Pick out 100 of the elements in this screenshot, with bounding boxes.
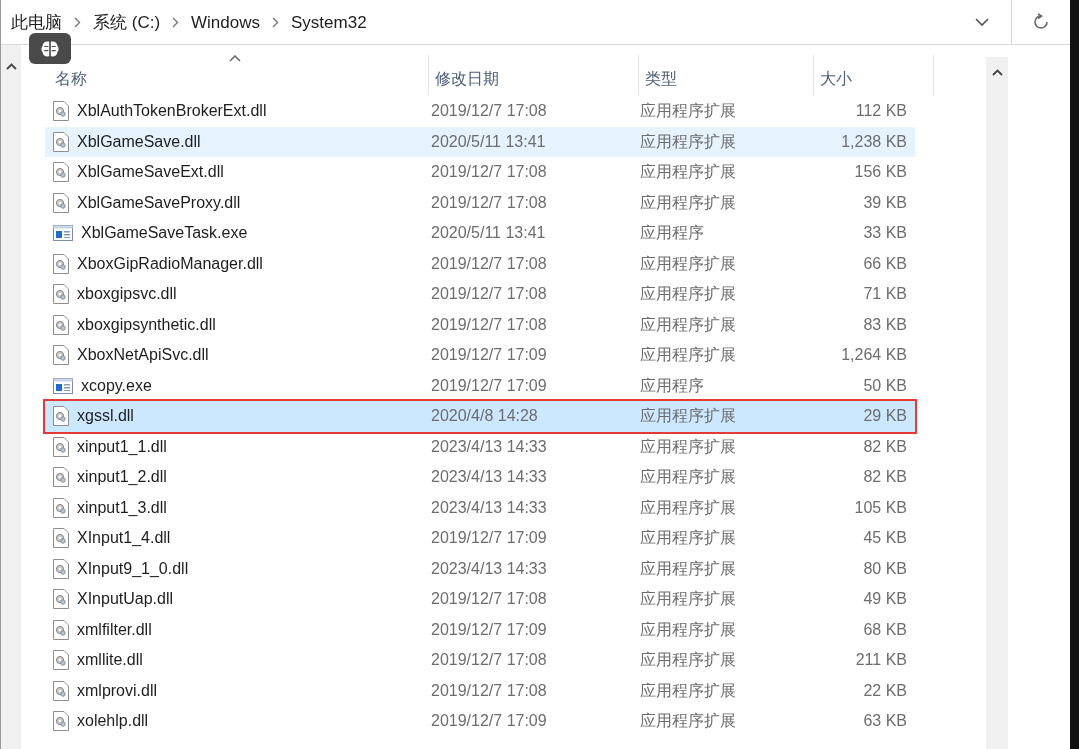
gear-file-icon: [53, 101, 69, 122]
file-type: 应用程序: [639, 223, 705, 244]
scroll-up-icon[interactable]: [991, 69, 1003, 76]
column-header[interactable]: 名称: [49, 71, 87, 87]
file-name: xboxgipsynthetic.dll: [77, 314, 216, 335]
file-row[interactable]: XInputUap.dll 2019/12/7 17:08 应用程序扩展 49 KB: [45, 584, 915, 615]
file-name: xmlfilter.dll: [77, 619, 152, 640]
file-row[interactable]: xgssl.dll 2020/4/8 14:28 应用程序扩展 29 KB: [45, 401, 915, 432]
modified-date: 2019/12/7 17:08: [430, 314, 548, 335]
file-name: xinput1_1.dll: [77, 436, 167, 457]
breadcrumb-item[interactable]: System32: [291, 13, 367, 31]
gear-file-icon: [53, 436, 69, 457]
file-size: 80 KB: [862, 558, 907, 579]
file-type: 应用程序扩展: [639, 192, 737, 213]
file-row[interactable]: XblAuthTokenBrokerExt.dll 2019/12/7 17:08 应用程序扩展 112 KB: [45, 96, 915, 127]
file-size: 68 KB: [862, 619, 907, 640]
modified-date: 2019/12/7 17:08: [430, 253, 548, 274]
file-row[interactable]: XboxNetApiSvc.dll 2019/12/7 17:09 应用程序扩展 1,264 KB: [45, 340, 915, 371]
chevron-down-icon[interactable]: [975, 17, 989, 27]
gear-file-icon: [53, 314, 69, 335]
file-type: 应用程序扩展: [639, 711, 737, 732]
file-size: 71 KB: [862, 284, 907, 305]
file-size: 105 KB: [853, 497, 907, 518]
modified-date: 2019/12/7 17:09: [430, 345, 548, 366]
gear-file-icon: [53, 284, 69, 305]
file-row[interactable]: xcopy.exe 2019/12/7 17:09 应用程序 50 KB: [45, 370, 915, 401]
file-type: 应用程序扩展: [639, 680, 737, 701]
gear-file-icon: [53, 162, 69, 183]
file-size: 45 KB: [862, 528, 907, 549]
file-type: 应用程序扩展: [639, 558, 737, 579]
file-size: 63 KB: [862, 711, 907, 732]
file-row[interactable]: xmllite.dll 2019/12/7 17:08 应用程序扩展 211 KB: [45, 645, 915, 676]
chevron-right-icon: [74, 16, 81, 28]
scrollbar[interactable]: [986, 57, 1008, 749]
file-size: 50 KB: [862, 375, 907, 396]
refresh-icon[interactable]: [1032, 13, 1050, 31]
column-header[interactable]: 大小: [814, 71, 852, 87]
file-row[interactable]: xinput1_2.dll 2023/4/13 14:33 应用程序扩展 82 KB: [45, 462, 915, 493]
file-type: 应用程序: [639, 375, 705, 396]
gear-file-icon: [53, 192, 69, 213]
modified-date: 2019/12/7 17:08: [430, 589, 548, 610]
breadcrumb-item[interactable]: 此电脑: [11, 13, 62, 31]
app-window-icon: [53, 225, 73, 242]
file-row[interactable]: XInput9_1_0.dll 2023/4/13 14:33 应用程序扩展 80 KB: [45, 553, 915, 584]
gear-file-icon: [53, 467, 69, 488]
file-name: XboxGipRadioManager.dll: [77, 253, 263, 274]
chevron-right-icon: [272, 16, 279, 28]
file-type: 应用程序扩展: [639, 284, 737, 305]
file-name: XblGameSaveProxy.dll: [77, 192, 241, 213]
breadcrumb-item[interactable]: 系统 (C:): [93, 13, 161, 31]
file-name: XInput9_1_0.dll: [77, 558, 189, 579]
file-size: 33 KB: [862, 223, 907, 244]
gear-file-icon: [53, 650, 69, 671]
modified-date: 2020/5/11 13:41: [430, 131, 547, 152]
file-row[interactable]: xmlprovi.dll 2019/12/7 17:08 应用程序扩展 22 KB: [45, 675, 915, 706]
file-row[interactable]: xinput1_1.dll 2023/4/13 14:33 应用程序扩展 82 KB: [45, 431, 915, 462]
gear-file-icon: [53, 711, 69, 732]
file-name: XboxNetApiSvc.dll: [77, 345, 209, 366]
modified-date: 2023/4/13 14:33: [430, 436, 548, 457]
file-name: xboxgipsvc.dll: [77, 284, 177, 305]
modified-date: 2019/12/7 17:09: [430, 375, 548, 396]
file-row[interactable]: XblGameSaveProxy.dll 2019/12/7 17:08 应用程序扩展 39 KB: [45, 187, 915, 218]
file-row[interactable]: xboxgipsvc.dll 2019/12/7 17:08 应用程序扩展 71 KB: [45, 279, 915, 310]
file-name: XblGameSaveExt.dll: [77, 162, 224, 183]
file-row[interactable]: XboxGipRadioManager.dll 2019/12/7 17:08 应用程序扩展 66 KB: [45, 248, 915, 279]
file-type: 应用程序扩展: [639, 314, 737, 335]
scrollbar[interactable]: [1, 45, 21, 749]
modified-date: 2019/12/7 17:08: [430, 101, 548, 122]
modified-date: 2019/12/7 17:08: [430, 650, 548, 671]
gear-file-icon: [53, 619, 69, 640]
file-row[interactable]: XblGameSaveTask.exe 2020/5/11 13:41 应用程序 33 KB: [45, 218, 915, 249]
column-header[interactable]: 修改日期: [429, 71, 499, 87]
breadcrumb-item[interactable]: Windows: [191, 13, 260, 31]
file-type: 应用程序扩展: [639, 619, 737, 640]
column-header[interactable]: 类型: [639, 71, 677, 87]
file-name: xinput1_2.dll: [77, 467, 167, 488]
gear-file-icon: [53, 680, 69, 701]
file-row[interactable]: xmlfilter.dll 2019/12/7 17:09 应用程序扩展 68 KB: [45, 614, 915, 645]
file-row[interactable]: xinput1_3.dll 2023/4/13 14:33 应用程序扩展 105 KB: [45, 492, 915, 523]
gear-file-icon: [53, 253, 69, 274]
file-type: 应用程序扩展: [639, 345, 737, 366]
gear-file-icon: [53, 406, 69, 427]
brain-icon: [40, 39, 60, 58]
file-row[interactable]: XblGameSave.dll 2020/5/11 13:41 应用程序扩展 1,238 KB: [45, 126, 915, 157]
modified-date: 2020/5/11 13:41: [430, 223, 547, 244]
file-row[interactable]: XInput1_4.dll 2019/12/7 17:09 应用程序扩展 45 KB: [45, 523, 915, 554]
file-size: 22 KB: [862, 680, 907, 701]
modified-date: 2019/12/7 17:09: [430, 528, 548, 549]
file-row[interactable]: XblGameSaveExt.dll 2019/12/7 17:08 应用程序扩展 156 KB: [45, 157, 915, 188]
file-row[interactable]: xboxgipsynthetic.dll 2019/12/7 17:08 应用程序扩展 83 KB: [45, 309, 915, 340]
gear-file-icon: [53, 131, 69, 152]
scroll-up-icon[interactable]: [5, 63, 17, 70]
file-type: 应用程序扩展: [639, 528, 737, 549]
file-type: 应用程序扩展: [639, 101, 737, 122]
brain-button[interactable]: [29, 33, 71, 64]
file-size: 211 KB: [854, 650, 907, 671]
file-name: XblAuthTokenBrokerExt.dll: [77, 101, 267, 122]
file-type: 应用程序扩展: [639, 162, 737, 183]
file-size: 82 KB: [862, 467, 907, 488]
file-row[interactable]: xolehlp.dll 2019/12/7 17:09 应用程序扩展 63 KB: [45, 706, 915, 737]
